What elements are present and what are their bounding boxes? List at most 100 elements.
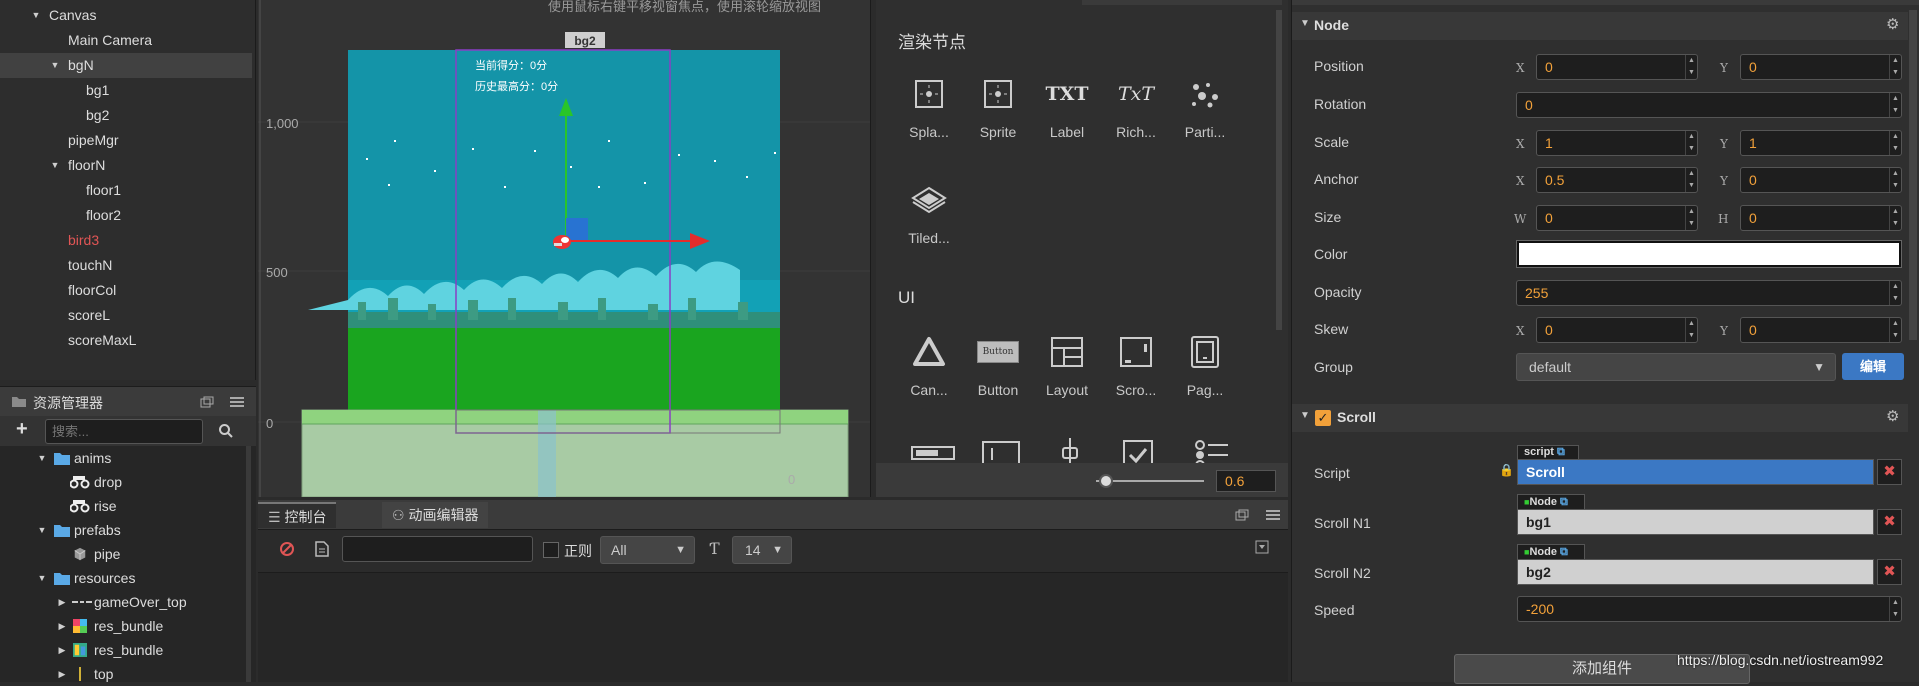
menu-icon[interactable] <box>1266 509 1280 521</box>
caret-down-icon[interactable]: ▼ <box>36 446 48 470</box>
scene-canvas[interactable]: 当前得分：0分 历史最高分：0分 bg2 1,000 500 0 0 使用鼠标右… <box>258 0 871 497</box>
tree-node-pipemgr[interactable]: pipeMgr <box>0 128 252 153</box>
scene-view[interactable]: 当前得分：0分 历史最高分：0分 bg2 1,000 500 0 0 使用鼠标右… <box>258 0 871 497</box>
menu-icon[interactable] <box>230 396 244 408</box>
popout-icon[interactable] <box>1235 509 1249 521</box>
group-select[interactable]: default ▼ <box>1516 353 1836 381</box>
clear-scroll-n1-button[interactable]: ✖ <box>1877 509 1902 535</box>
asset-prefab-pipe[interactable]: pipe <box>0 542 246 566</box>
inspector-scrollbar[interactable] <box>1909 10 1917 340</box>
tab-animation-editor[interactable]: ⚇ 动画编辑器 <box>382 502 489 528</box>
collapse-console-icon[interactable] <box>1255 540 1269 554</box>
asset-anim-rise[interactable]: rise <box>0 494 246 518</box>
caret-right-icon[interactable]: ▶ <box>56 662 68 686</box>
tree-node-main-camera[interactable]: Main Camera <box>0 28 252 53</box>
tree-node-scoremaxl[interactable]: scoreMaxL <box>0 328 252 353</box>
anchor-x-field[interactable]: 0.5 ▲ ▼ <box>1536 167 1698 193</box>
assets-scrollbar[interactable] <box>246 446 251 682</box>
gear-icon[interactable]: ⚙ <box>1886 407 1899 425</box>
caret-down-icon[interactable]: ▼ <box>49 53 61 78</box>
asset-folder-prefabs[interactable]: ▼ prefabs <box>0 518 246 542</box>
library-item-sprite[interactable]: Sprite <box>966 70 1030 140</box>
library-item-splash[interactable]: Spla... <box>897 70 961 140</box>
library-item-layout[interactable]: Layout <box>1035 328 1099 398</box>
console-log-area[interactable] <box>258 572 1288 682</box>
edit-group-button[interactable]: 编辑 <box>1842 353 1904 380</box>
scroll-n1-field[interactable]: bg1 <box>1517 509 1874 535</box>
zoom-slider-knob[interactable] <box>1099 474 1114 488</box>
skew-y-field[interactable]: 0 ▲ ▼ <box>1740 317 1902 343</box>
position-y-field[interactable]: 0 ▲ ▼ <box>1740 54 1902 80</box>
rotation-field[interactable]: 0 ▲ ▼ <box>1516 92 1902 118</box>
library-scrollbar[interactable] <box>1276 10 1282 330</box>
font-size-select[interactable]: 14 ▼ <box>732 536 792 564</box>
gizmo-center[interactable] <box>566 218 588 240</box>
position-x-field[interactable]: 0 ▲ ▼ <box>1536 54 1698 80</box>
popout-icon[interactable] <box>200 396 214 408</box>
library-item-canvas[interactable]: Can... <box>897 328 961 398</box>
tree-node-bg1[interactable]: bg1 <box>0 78 252 103</box>
asset-folder-anims[interactable]: ▼ anims <box>0 446 246 470</box>
asset-res-bundle-2[interactable]: ▶ res_bundle <box>0 638 246 662</box>
external-link-icon[interactable]: ⧉ <box>1560 546 1568 558</box>
asset-top[interactable]: ▶ top <box>0 662 246 686</box>
console-filter-input[interactable] <box>342 536 533 562</box>
clear-console-icon[interactable] <box>279 541 295 557</box>
library-item-pageview[interactable]: Pag... <box>1173 328 1237 398</box>
tree-node-scorel[interactable]: scoreL <box>0 303 252 328</box>
library-item-richtext[interactable]: TxT Rich... <box>1104 70 1168 140</box>
tree-node-floorcol[interactable]: floorCol <box>0 278 252 303</box>
scroll-component-header[interactable]: ▼ ✓ Scroll ⚙ <box>1292 404 1908 432</box>
script-field[interactable]: Scroll <box>1517 459 1874 485</box>
caret-right-icon[interactable]: ▶ <box>56 614 68 638</box>
tree-node-touchn[interactable]: touchN <box>0 253 252 278</box>
external-link-icon[interactable]: ⧉ <box>1557 446 1565 458</box>
library-item-label[interactable]: TXT Label <box>1035 70 1099 140</box>
caret-down-icon[interactable]: ▼ <box>36 566 48 590</box>
component-enabled-checkbox[interactable]: ✓ <box>1315 410 1331 426</box>
log-level-select[interactable]: All ▼ <box>600 536 695 564</box>
clear-script-button[interactable]: ✖ <box>1877 459 1902 485</box>
tree-node-floor2[interactable]: floor2 <box>0 203 252 228</box>
external-link-icon[interactable]: ⧉ <box>1560 496 1568 508</box>
library-item-tiledmap[interactable]: Tiled... <box>897 176 961 246</box>
asset-res-bundle-1[interactable]: ▶ res_bundle <box>0 614 246 638</box>
tree-node-bgn[interactable]: ▼ bgN <box>0 53 252 78</box>
node-section-header[interactable]: ▼ Node ⚙ <box>1292 12 1908 40</box>
asset-anim-drop[interactable]: drop <box>0 470 246 494</box>
add-asset-button[interactable]: + <box>16 418 28 441</box>
size-height-field[interactable]: 0 ▲ ▼ <box>1740 205 1902 231</box>
search-icon[interactable] <box>218 423 234 439</box>
tree-node-bg2[interactable]: bg2 <box>0 103 252 128</box>
library-item-particle[interactable]: Parti... <box>1173 70 1237 140</box>
caret-down-icon[interactable]: ▼ <box>36 518 48 542</box>
clear-scroll-n2-button[interactable]: ✖ <box>1877 559 1902 585</box>
library-item-button[interactable]: Button Button <box>966 328 1030 398</box>
library-item-scrollview[interactable]: Scro... <box>1104 328 1168 398</box>
tab-console[interactable]: ☰ 控制台 <box>258 502 337 528</box>
tree-node-floorn[interactable]: ▼ floorN <box>0 153 252 178</box>
asset-gameover-top[interactable]: ▶ gameOver_top <box>0 590 246 614</box>
scale-y-field[interactable]: 1 ▲ ▼ <box>1740 130 1902 156</box>
color-picker[interactable] <box>1516 240 1902 268</box>
asset-folder-resources[interactable]: ▼ resources <box>0 566 246 590</box>
caret-down-icon[interactable]: ▼ <box>30 3 42 28</box>
caret-right-icon[interactable]: ▶ <box>56 638 68 662</box>
regex-checkbox[interactable] <box>543 542 559 558</box>
log-file-icon[interactable] <box>315 541 329 557</box>
tree-node-bird3[interactable]: bird3 <box>0 228 252 253</box>
tree-node-floor1[interactable]: floor1 <box>0 178 252 203</box>
asset-search-input[interactable] <box>45 419 203 444</box>
opacity-field[interactable]: 255 ▲ ▼ <box>1516 280 1902 306</box>
speed-field[interactable]: -200 ▲ ▼ <box>1517 596 1902 622</box>
gear-icon[interactable]: ⚙ <box>1886 15 1899 33</box>
size-width-field[interactable]: 0 ▲ ▼ <box>1536 205 1698 231</box>
zoom-value-field[interactable]: 0.6 <box>1216 470 1276 492</box>
caret-right-icon[interactable]: ▶ <box>56 590 68 614</box>
tree-node-canvas[interactable]: ▼ Canvas <box>0 3 252 28</box>
scroll-n2-field[interactable]: bg2 <box>1517 559 1874 585</box>
anchor-y-field[interactable]: 0 ▲ ▼ <box>1740 167 1902 193</box>
caret-down-icon[interactable]: ▼ <box>49 153 61 178</box>
scale-x-field[interactable]: 1 ▲ ▼ <box>1536 130 1698 156</box>
skew-x-field[interactable]: 0 ▲ ▼ <box>1536 317 1698 343</box>
